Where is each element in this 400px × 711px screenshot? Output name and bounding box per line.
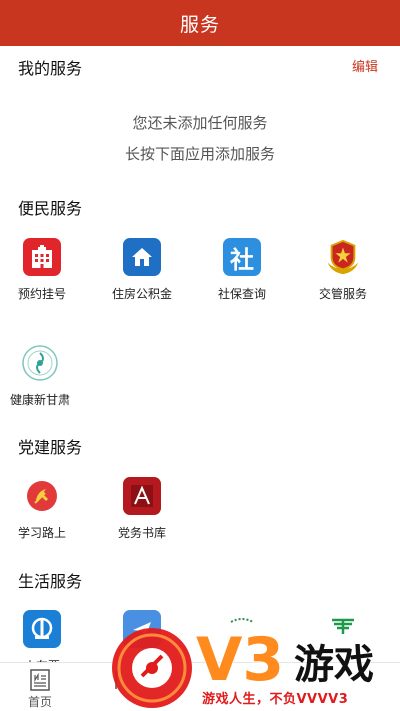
- watermark-slogan: 游戏人生，不负VVVV3: [202, 692, 349, 707]
- police-badge-icon: [324, 238, 362, 276]
- party-library-icon: [123, 477, 161, 515]
- nav-label: 首页: [27, 695, 52, 709]
- convenience-services-title: 便民服务: [18, 199, 83, 218]
- service-label: 党务书库: [117, 526, 166, 540]
- nav-item-home[interactable]: 首页: [10, 669, 70, 710]
- service-social-security[interactable]: 社 社保查询: [192, 238, 292, 302]
- party-emblem-icon: [23, 477, 61, 515]
- health-emblem-icon: [21, 344, 59, 382]
- service-label: 预约挂号: [17, 287, 66, 301]
- party-services-title: 党建服务: [18, 438, 83, 457]
- plane-ticket-icon: [123, 610, 161, 648]
- house-fund-icon: [123, 238, 161, 276]
- nav-item-2[interactable]: [90, 669, 150, 693]
- service-appointment-registration[interactable]: 预约挂号: [0, 238, 92, 302]
- hospital-icon: [23, 238, 61, 276]
- page-title: 服务: [179, 13, 220, 36]
- social-security-icon: 社: [223, 238, 261, 276]
- app-header: 服务: [0, 0, 400, 46]
- service-label: 住房公积金: [111, 287, 172, 301]
- service-label: 社保查询: [217, 287, 266, 301]
- service-life-3[interactable]: [192, 610, 292, 657]
- news-icon: [30, 669, 50, 691]
- service-label: 交管服务: [318, 287, 367, 301]
- my-services-title: 我的服务: [18, 59, 83, 78]
- post-office-icon: [324, 610, 362, 648]
- service-post-office[interactable]: [293, 610, 393, 657]
- railway-icon: [23, 610, 61, 648]
- service-health-gansu[interactable]: 健康新甘肃: [0, 344, 90, 408]
- service-traffic-management[interactable]: 交管服务: [293, 238, 393, 302]
- life-services-title: 生活服务: [18, 572, 83, 591]
- empty-hint-line2: 长按下面应用添加服务: [124, 145, 275, 163]
- service-housing-fund[interactable]: 住房公积金: [92, 238, 192, 302]
- empty-hint-line1: 您还未添加任何服务: [132, 114, 268, 132]
- edit-button[interactable]: 编辑: [352, 56, 378, 75]
- service-study-road[interactable]: 学习路上: [0, 477, 92, 541]
- service-label: 健康新甘肃: [9, 393, 70, 407]
- service-party-library[interactable]: 党务书库: [92, 477, 192, 541]
- service-label: 学习路上: [17, 526, 66, 540]
- green-emblem-icon: [223, 610, 261, 648]
- service-flight-ticket[interactable]: [92, 610, 192, 657]
- partial-nav-icon: [115, 671, 122, 689]
